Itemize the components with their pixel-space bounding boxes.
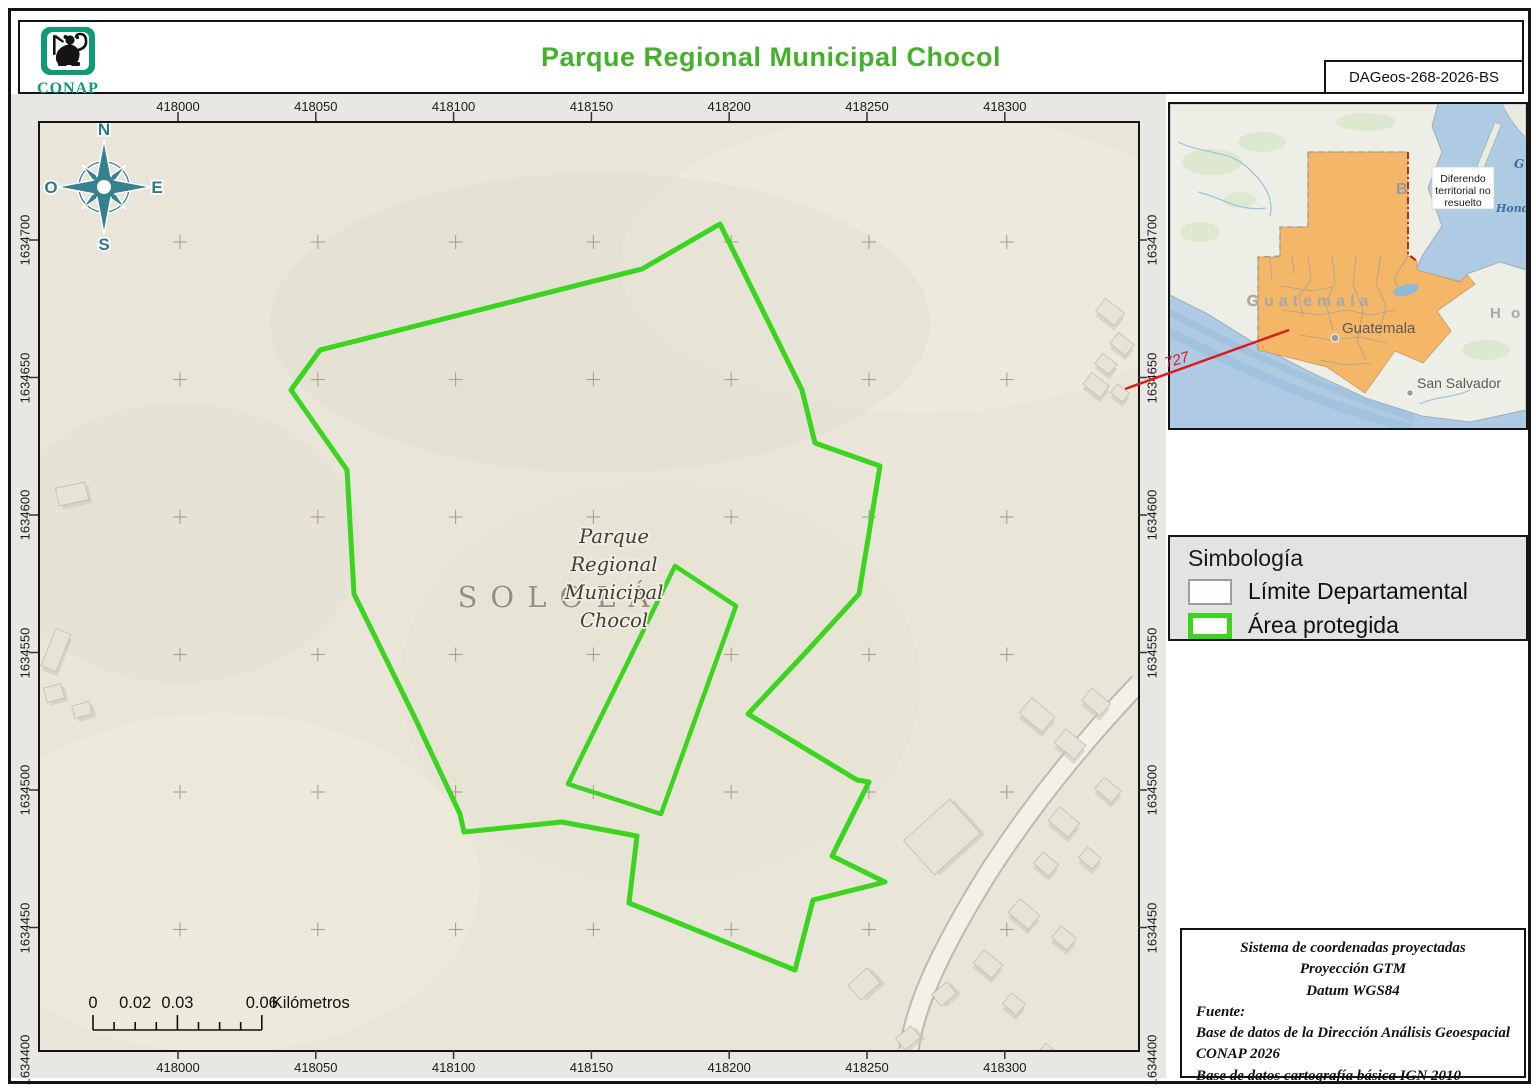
credits-box: Sistema de coordenadas proyectadas Proye…: [1180, 928, 1526, 1084]
conap-logo: CONAP: [33, 26, 103, 98]
legend-item: Área protegida: [1188, 612, 1508, 639]
compass-west-label: O: [44, 178, 57, 197]
axis-tick-label: 418250: [845, 99, 889, 114]
main-map: SOLOLÁ ParqueRegionalMunicipalChocol: [38, 121, 1140, 1052]
axis-tick-label: 1634500: [1144, 764, 1160, 816]
axis-tick-label: 418000: [156, 1060, 200, 1075]
datum-line: Datum WGS84: [1306, 982, 1400, 999]
source-label: Fuente:: [1196, 1003, 1246, 1020]
inset-canvas: Guatemala Guatemala San Salvador B H o G…: [1163, 103, 1530, 433]
svg-text:0.02: 0.02: [119, 994, 151, 1012]
legend-title: Simbología: [1188, 545, 1304, 571]
svg-text:resuelto: resuelto: [1444, 197, 1482, 209]
inset-country-label: Guatemala: [1247, 293, 1374, 310]
inset-overview-map: Guatemala Guatemala San Salvador B H o G…: [1163, 102, 1530, 433]
map-document-page: CONAP Parque Regional Municipal Chocol D…: [0, 0, 1536, 1089]
axis-tick-label: 1634700: [17, 214, 33, 266]
axis-tick-label: 1634550: [17, 627, 33, 678]
axis-tick-label: 418000: [156, 99, 200, 114]
axis-tick-label: 418100: [431, 1060, 476, 1075]
source-line-1: Base de datos de la Dirección Análisis G…: [1196, 1025, 1511, 1063]
svg-text:Regional: Regional: [569, 553, 657, 576]
inset-city-dot: [1406, 389, 1414, 397]
legend-item: Límite Departamental: [1188, 578, 1508, 605]
axis-tick-label: 418150: [569, 1060, 614, 1075]
axis-tick-label: 418300: [983, 1060, 1027, 1075]
svg-text:Parque: Parque: [578, 525, 649, 548]
axis-tick-label: 1634500: [17, 764, 33, 816]
axis-tick-label: 418300: [983, 99, 1027, 114]
axis-tick-label: 1634650: [1144, 352, 1160, 403]
axis-tick-label: 1634450: [1144, 902, 1160, 953]
legend-item-label: Límite Departamental: [1248, 578, 1468, 604]
conap-wordmark: CONAP: [37, 80, 99, 97]
svg-text:Kilómetros: Kilómetros: [272, 994, 350, 1012]
page-title: Parque Regional Municipal Chocol: [540, 41, 1002, 72]
source-line-2: Base de datos cartografía básica IGN 201…: [1196, 1067, 1461, 1084]
axis-tick-label: 418150: [569, 99, 614, 114]
compass-north-label: N: [98, 123, 110, 139]
axis-tick-label: 418250: [845, 1060, 889, 1075]
svg-text:Chocol: Chocol: [580, 609, 648, 632]
legend-swatch-prot: [1188, 612, 1232, 639]
axis-tick-label: 1634550: [1144, 627, 1160, 678]
legend: Simbología Límite Departamental Área prot…: [1168, 535, 1528, 641]
axis-tick-label: 418200: [707, 1060, 751, 1075]
compass-east-label: E: [151, 178, 162, 197]
document-code: DAGeos-268-2026-BS: [1348, 68, 1500, 86]
legend-item-label: Área protegida: [1248, 612, 1399, 638]
svg-text:Diferendo: Diferendo: [1440, 173, 1486, 185]
svg-text:0: 0: [88, 994, 97, 1012]
compass-rose-icon: N E S O: [43, 123, 165, 256]
svg-text:G: G: [1514, 157, 1524, 171]
svg-text:Municipal: Municipal: [564, 581, 664, 604]
svg-text:territorial no: territorial no: [1435, 185, 1491, 197]
inset-city-label: San Salvador: [1417, 375, 1501, 391]
inset-capital-label: Guatemala: [1342, 320, 1416, 337]
map-canvas: SOLOLÁ ParqueRegionalMunicipalChocol N E…: [40, 123, 1138, 1050]
conap-monkey-icon: [41, 27, 95, 75]
legend-swatch-dept: [1188, 578, 1232, 605]
document-code-box: DAGeos-268-2026-BS: [1324, 60, 1524, 94]
axis-tick-label: 1634450: [17, 902, 33, 953]
svg-text:0.03: 0.03: [161, 994, 193, 1012]
axis-tick-label: 1634650: [17, 352, 33, 403]
compass-south-label: S: [98, 235, 109, 254]
axis-tick-label: 418050: [294, 99, 338, 114]
axis-tick-label: 1634400: [1144, 1034, 1160, 1086]
axis-tick-label: 418050: [294, 1060, 338, 1075]
axis-tick-label: 418100: [431, 99, 476, 114]
axis-tick-label: 418200: [707, 99, 751, 114]
axis-tick-label: 1634600: [17, 489, 33, 541]
header: CONAP Parque Regional Municipal Chocol D…: [18, 20, 1524, 97]
crs-line: Sistema de coordenadas proyectadas: [1240, 940, 1466, 956]
axis-tick-label: 1634700: [1144, 214, 1160, 266]
inset-capital-dot: [1330, 333, 1340, 343]
axis-tick-label: 1634600: [1144, 489, 1160, 541]
inset-honduras-label: H o: [1490, 305, 1523, 322]
inset-belize-label: B: [1396, 181, 1408, 198]
svg-text:Hond: Hond: [1495, 202, 1526, 215]
axis-tick-label: 1634400: [17, 1034, 33, 1086]
legend-items: Límite Departamental Área protegida: [1188, 578, 1508, 639]
projection-line: Proyección GTM: [1299, 961, 1407, 978]
